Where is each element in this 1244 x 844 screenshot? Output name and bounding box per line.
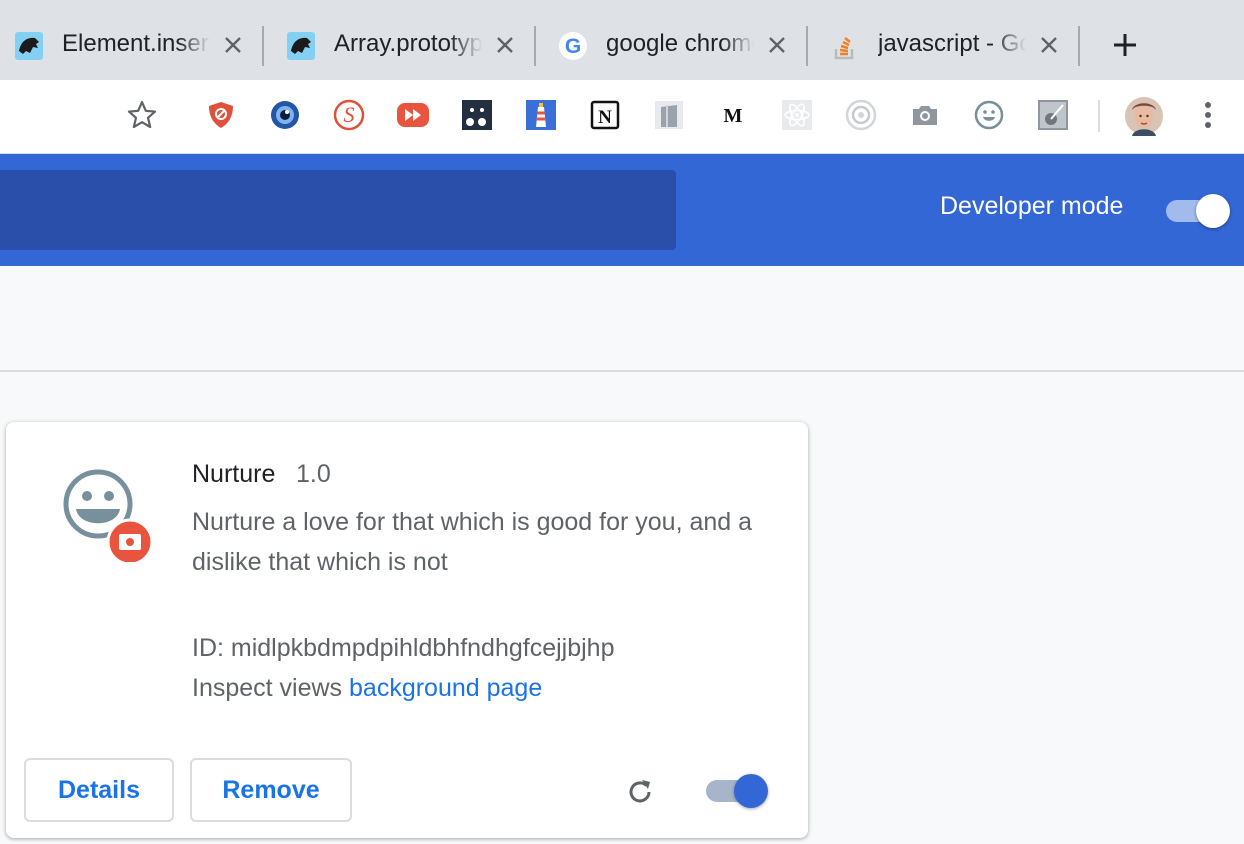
svg-text:S: S xyxy=(344,102,355,127)
smiley-icon[interactable] xyxy=(972,98,1006,132)
lighthouse-icon[interactable] xyxy=(524,98,558,132)
mdn-dino-icon xyxy=(286,31,316,61)
medium-m-icon[interactable]: M xyxy=(716,98,750,132)
star-icon[interactable] xyxy=(125,98,159,132)
camera-icon[interactable] xyxy=(908,98,942,132)
tab-separator xyxy=(806,26,808,66)
extensions-header: Developer mode xyxy=(0,154,1244,266)
inspect-views-label: Inspect views xyxy=(192,674,343,702)
script-s-icon[interactable]: S xyxy=(332,98,366,132)
box-gray-icon[interactable] xyxy=(652,98,686,132)
react-atom-icon[interactable] xyxy=(780,98,814,132)
notion-icon[interactable]: N xyxy=(588,98,622,132)
eye-ring-icon[interactable] xyxy=(844,98,878,132)
svg-text:G: G xyxy=(565,35,581,58)
toolbar-divider xyxy=(1098,100,1100,132)
tab-google-chrome[interactable]: G google chrome xyxy=(558,16,790,76)
close-icon[interactable] xyxy=(220,32,246,58)
svg-text:M: M xyxy=(724,105,743,127)
close-icon[interactable] xyxy=(1036,32,1062,58)
extension-name: Nurture xyxy=(192,460,276,488)
stackoverflow-icon xyxy=(830,31,860,61)
profile-avatar[interactable] xyxy=(1124,96,1164,136)
new-tab-button[interactable] xyxy=(1110,30,1140,60)
search-extensions-input[interactable] xyxy=(0,170,676,250)
fast-forward-icon[interactable] xyxy=(396,98,430,132)
developer-mode-toggle[interactable] xyxy=(1166,194,1230,228)
extension-enabled-toggle[interactable] xyxy=(706,772,770,808)
details-button[interactable]: Details xyxy=(24,758,174,822)
browser-toolbar: S N M xyxy=(0,80,1244,154)
plus-icon xyxy=(1114,34,1136,56)
developer-actions-bar xyxy=(0,266,1244,372)
tab-separator xyxy=(534,26,536,66)
tab-title: Array.prototype xyxy=(334,30,482,57)
toggle-knob xyxy=(734,774,768,808)
close-icon[interactable] xyxy=(492,32,518,58)
tab-javascript[interactable]: javascript - Google xyxy=(830,16,1062,76)
mdn-dino-icon xyxy=(14,31,44,61)
google-g-icon: G xyxy=(558,31,588,61)
tab-array-prototype[interactable]: Array.prototype xyxy=(286,16,518,76)
reload-icon[interactable] xyxy=(620,772,660,812)
tab-separator xyxy=(1078,26,1080,66)
tab-separator xyxy=(262,26,264,66)
close-icon[interactable] xyxy=(764,32,790,58)
extension-id: ID: midlpkbdmpdpihldbhfndhgfcejjbjhp xyxy=(192,634,615,662)
svg-text:N: N xyxy=(598,107,612,128)
tab-strip: Element.insertAdjacentHTML Array.prototy… xyxy=(0,0,1244,80)
ublock-shield-icon[interactable] xyxy=(204,98,238,132)
extension-card: Nurture 1.0 Nurture a love for that whic… xyxy=(6,422,808,838)
background-page-link[interactable]: background page xyxy=(349,674,542,702)
eye-blue-icon[interactable] xyxy=(268,98,302,132)
tab-element-insert[interactable]: Element.insertAdjacentHTML xyxy=(14,16,246,76)
tab-title: google chrome xyxy=(606,30,754,57)
smiley-face-icon xyxy=(58,466,158,566)
extension-description: Nurture a love for that which is good fo… xyxy=(192,508,753,576)
toggle-knob xyxy=(1196,194,1230,228)
dots-dark-icon[interactable] xyxy=(460,98,494,132)
tab-title: Element.insertAdjacentHTML xyxy=(62,30,210,57)
remove-button[interactable]: Remove xyxy=(190,758,352,822)
developer-mode-label: Developer mode xyxy=(940,192,1124,220)
kebab-menu-icon[interactable] xyxy=(1192,98,1224,132)
inspect-views: Inspect views background page xyxy=(192,674,542,703)
square-gray-icon[interactable] xyxy=(1036,98,1070,132)
extension-version: 1.0 xyxy=(296,460,331,488)
tab-title: javascript - Google xyxy=(878,30,1026,57)
